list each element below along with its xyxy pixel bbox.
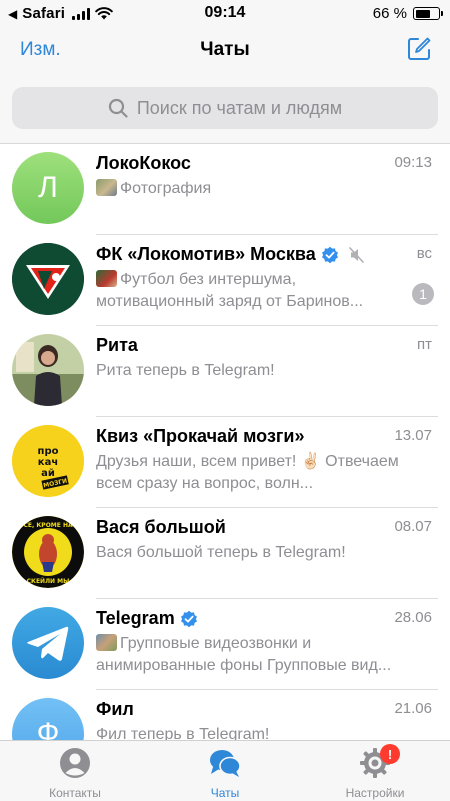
avatar: Ф xyxy=(12,698,84,740)
chat-preview: Рита теперь в Telegram! xyxy=(96,360,404,382)
lokomotiv-logo-icon xyxy=(12,243,84,315)
svg-text:кач: кач xyxy=(38,457,58,468)
chat-preview: Друзья наши, всем привет! ✌🏻 Отвечаем вс… xyxy=(96,451,404,495)
status-bar: ◀ Safari 09:14 66 % xyxy=(0,0,450,26)
tab-contacts[interactable]: Контакты xyxy=(0,741,150,801)
search-input[interactable]: Поиск по чатам и людям xyxy=(12,87,438,129)
tab-label: Контакты xyxy=(49,786,101,800)
chat-row-fc-lokomotiv[interactable]: ФК «Локомотив» Москва вс Футбол без инте… xyxy=(0,235,450,326)
chat-preview-text: Групповые видеозвонки и анимированные фо… xyxy=(96,635,392,674)
avatar-initial: Л xyxy=(38,171,58,204)
avatar: Л xyxy=(12,152,84,224)
profile-photo xyxy=(12,334,84,406)
chat-body: Фил 21.06 Фил теперь в Telegram! xyxy=(96,690,438,740)
chat-name: Вася большой xyxy=(96,517,226,538)
chat-name-text: Квиз «Прокачай мозги» xyxy=(96,426,305,446)
telegram-logo-icon xyxy=(27,626,69,661)
chat-preview-text: Рита теперь в Telegram! xyxy=(96,362,275,379)
chat-row-rita[interactable]: Рита пт Рита теперь в Telegram! xyxy=(0,326,450,417)
chat-name-text: ЛокоКокос xyxy=(96,153,191,173)
chat-preview: Фотография xyxy=(96,178,404,200)
chat-body: Квиз «Прокачай мозги» 13.07 Друзья наши,… xyxy=(96,417,438,508)
chats-icon xyxy=(210,750,241,777)
avatar: ВСЕ, КРОМЕ НАС СКЕЙЛИ МЫ xyxy=(12,516,84,588)
avatar: про кач ай МОЗГИ xyxy=(12,425,84,497)
chat-body: Telegram 28.06 Групповые видеозвонки и а… xyxy=(96,599,438,690)
chat-row-fil[interactable]: Ф Фил 21.06 Фил теперь в Telegram! xyxy=(0,690,450,740)
chat-name-text: ФК «Локомотив» Москва xyxy=(96,244,316,264)
vasya-logo: ВСЕ, КРОМЕ НАС СКЕЙЛИ МЫ xyxy=(12,516,84,588)
tab-bar: Контакты Чаты ! Настройки xyxy=(0,740,450,801)
tab-label: Настройки xyxy=(345,786,405,800)
svg-text:ай: ай xyxy=(41,468,55,479)
unread-count-badge: 1 xyxy=(412,283,434,305)
chat-time: 09:13 xyxy=(394,154,432,171)
avatar xyxy=(12,334,84,406)
chat-preview-text: Фил теперь в Telegram! xyxy=(96,726,270,740)
chat-name: Рита xyxy=(96,335,138,356)
battery-fill xyxy=(415,9,431,18)
chat-row-vasya[interactable]: ВСЕ, КРОМЕ НАС СКЕЙЛИ МЫ Вася большой 08… xyxy=(0,508,450,599)
chat-name: ЛокоКокос xyxy=(96,153,191,174)
chat-preview-text: Фотография xyxy=(120,180,212,197)
search-placeholder: Поиск по чатам и людям xyxy=(136,97,343,118)
chat-row-telegram[interactable]: Telegram 28.06 Групповые видеозвонки и а… xyxy=(0,599,450,690)
muted-icon xyxy=(348,246,364,263)
avatar-text-top: ВСЕ, КРОМЕ НАС xyxy=(19,522,78,529)
chat-time: 13.07 xyxy=(394,427,432,444)
chat-preview: Групповые видеозвонки и анимированные фо… xyxy=(96,633,404,677)
tab-settings[interactable]: ! Настройки xyxy=(300,741,450,801)
avatar-initial: Ф xyxy=(36,717,60,740)
chat-name: Фил xyxy=(96,699,134,720)
chat-preview: Вася большой теперь в Telegram! xyxy=(96,542,404,564)
chat-body: Рита пт Рита теперь в Telegram! xyxy=(96,326,438,417)
contacts-icon xyxy=(60,748,90,778)
search-icon xyxy=(108,98,128,118)
tab-chats[interactable]: Чаты xyxy=(150,741,300,801)
chat-list: Л ЛокоКокос 09:13 Фотография ФК «Локомот… xyxy=(0,144,450,740)
verified-icon xyxy=(321,246,338,263)
search-area: Поиск по чатам и людям xyxy=(0,74,450,144)
video-thumbnail-icon xyxy=(96,634,117,651)
chat-preview-text: Друзья наши, всем привет! ✌🏻 Отвечаем вс… xyxy=(96,453,399,492)
chat-preview-text: Футбол без интершума, мотивационный заря… xyxy=(96,271,364,310)
chat-time: 08.07 xyxy=(394,518,432,535)
chat-row-kviz[interactable]: про кач ай МОЗГИ Квиз «Прокачай мозги» 1… xyxy=(0,417,450,508)
chat-preview: Фил теперь в Telegram! xyxy=(96,724,404,740)
status-bar-right: 66 % xyxy=(372,5,443,22)
settings-alert-badge: ! xyxy=(380,744,400,764)
photo-thumbnail-icon xyxy=(96,179,117,196)
verified-icon xyxy=(180,610,197,627)
chat-time: 28.06 xyxy=(394,609,432,626)
compose-icon[interactable] xyxy=(406,36,432,62)
chat-preview-text: Вася большой теперь в Telegram! xyxy=(96,544,346,561)
battery-icon xyxy=(413,7,443,20)
svg-text:про: про xyxy=(38,446,59,457)
chat-name: ФК «Локомотив» Москва xyxy=(96,244,366,265)
chat-time: 21.06 xyxy=(394,700,432,717)
kviz-logo: про кач ай МОЗГИ xyxy=(12,425,84,497)
page-title: Чаты xyxy=(200,39,250,60)
tab-label: Чаты xyxy=(210,786,240,800)
chat-name: Квиз «Прокачай мозги» xyxy=(96,426,304,447)
chat-body: ЛокоКокос 09:13 Фотография xyxy=(96,144,438,235)
chat-name-text: Вася большой xyxy=(96,517,226,537)
chat-preview: Футбол без интершума, мотивационный заря… xyxy=(96,269,404,313)
navigation-bar: Изм. Чаты xyxy=(0,26,450,74)
chat-body: ФК «Локомотив» Москва вс Футбол без инте… xyxy=(96,235,438,326)
avatar xyxy=(12,243,84,315)
chat-time: вс xyxy=(416,245,432,262)
avatar-text-bottom: СКЕЙЛИ МЫ xyxy=(27,577,70,585)
chat-name: Telegram xyxy=(96,608,198,629)
battery-percentage: 66 % xyxy=(372,5,407,22)
chat-name-text: Telegram xyxy=(96,608,175,628)
avatar xyxy=(12,607,84,679)
photo-thumbnail-icon xyxy=(96,270,117,287)
chat-name-text: Рита xyxy=(96,335,138,355)
chat-name-text: Фил xyxy=(96,699,134,719)
chat-body: Вася большой 08.07 Вася большой теперь в… xyxy=(96,508,438,599)
chat-time: пт xyxy=(417,336,432,353)
chat-row-lokokokos[interactable]: Л ЛокоКокос 09:13 Фотография xyxy=(0,144,450,235)
